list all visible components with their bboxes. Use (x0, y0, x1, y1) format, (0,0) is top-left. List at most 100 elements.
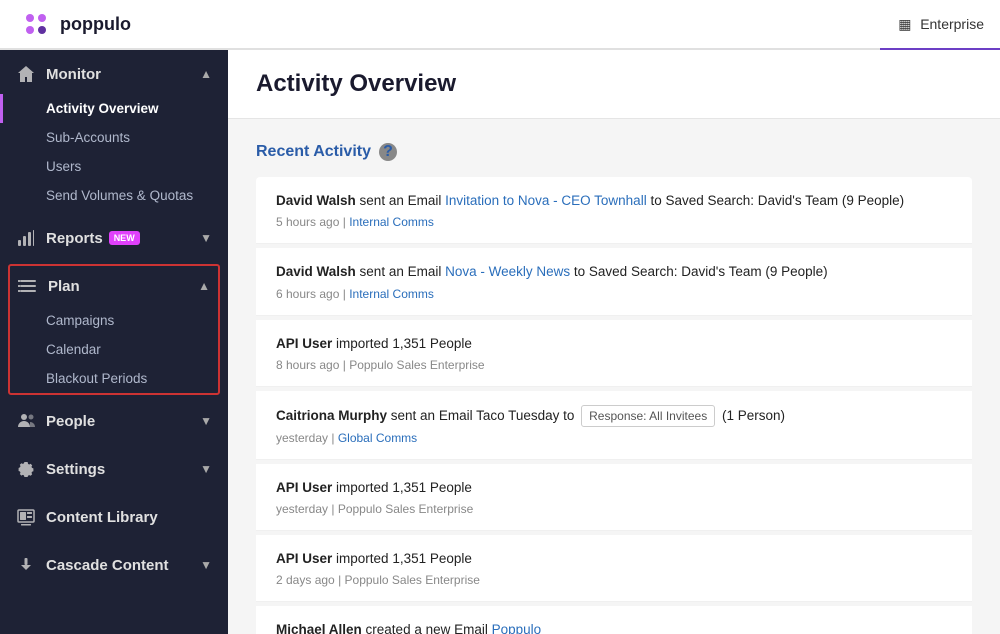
activity-actor: David Walsh (276, 264, 356, 279)
cascade-icon (16, 555, 36, 575)
sidebar-item-users[interactable]: Users (0, 152, 228, 181)
activity-item: API User imported 1,351 People 8 hours a… (256, 320, 972, 387)
activity-channel: Poppulo Sales Enterprise (338, 502, 473, 516)
reports-label: Reports (46, 230, 103, 247)
activity-item: David Walsh sent an Email Nova - Weekly … (256, 248, 972, 315)
content-library-label: Content Library (46, 509, 158, 526)
activity-channel[interactable]: Internal Comms (349, 215, 434, 229)
nav-section-settings: Settings ▼ (0, 445, 228, 493)
activity-channel: Poppulo Sales Enterprise (345, 573, 480, 587)
sidebar-item-activity-overview[interactable]: Activity Overview (0, 94, 228, 123)
reports-icon (16, 228, 36, 248)
nav-group-cascade-content[interactable]: Cascade Content ▼ (0, 545, 228, 585)
activity-time: 5 hours ago (276, 215, 339, 229)
activity-time: 6 hours ago (276, 287, 339, 301)
main-layout: Monitor ▲ Activity Overview Sub-Accounts… (0, 50, 1000, 634)
people-chevron: ▼ (200, 414, 212, 428)
main-content: Activity Overview Recent Activity ? Davi… (228, 50, 1000, 634)
nav-group-plan[interactable]: Plan ▲ (10, 266, 218, 306)
activity-text: API User imported 1,351 People (276, 334, 952, 354)
nav-group-monitor[interactable]: Monitor ▲ (0, 54, 228, 94)
enterprise-label: Enterprise (920, 16, 984, 32)
page-header: Activity Overview (228, 50, 1000, 119)
activity-list: David Walsh sent an Email Invitation to … (256, 177, 972, 634)
activity-meta: yesterday | Global Comms (276, 431, 952, 445)
sidebar-item-sub-accounts[interactable]: Sub-Accounts (0, 123, 228, 152)
top-bar: poppulo ▦ Enterprise (0, 0, 1000, 50)
activity-text: Michael Allen created a new Email Poppul… (276, 620, 952, 634)
content-area: Recent Activity ? David Walsh sent an Em… (228, 119, 1000, 634)
people-icon (16, 411, 36, 431)
settings-icon (16, 459, 36, 479)
activity-link[interactable]: Poppulo (492, 622, 542, 634)
logo: poppulo (20, 8, 131, 40)
sidebar: Monitor ▲ Activity Overview Sub-Accounts… (0, 50, 228, 634)
nav-group-reports[interactable]: Reports NEW ▼ (0, 218, 228, 258)
activity-meta: 6 hours ago | Internal Comms (276, 287, 952, 301)
response-badge: Response: All Invitees (581, 405, 715, 427)
activity-item: API User imported 1,351 People 2 days ag… (256, 535, 972, 602)
nav-section-plan: Plan ▲ Campaigns Calendar Blackout Perio… (8, 264, 220, 395)
logo-text: poppulo (60, 14, 131, 35)
activity-item: David Walsh sent an Email Invitation to … (256, 177, 972, 244)
nav-section-reports: Reports NEW ▼ (0, 214, 228, 262)
sidebar-item-calendar[interactable]: Calendar (10, 335, 218, 364)
grid-icon: ▦ (898, 16, 914, 32)
nav-section-cascade-content: Cascade Content ▼ (0, 541, 228, 589)
activity-text: David Walsh sent an Email Nova - Weekly … (276, 262, 952, 282)
activity-meta: yesterday | Poppulo Sales Enterprise (276, 502, 952, 516)
page-title: Activity Overview (256, 70, 972, 98)
activity-text: API User imported 1,351 People (276, 478, 952, 498)
reports-chevron: ▼ (200, 231, 212, 245)
plan-icon (18, 276, 38, 296)
enterprise-button[interactable]: ▦ Enterprise (898, 16, 984, 32)
activity-actor: David Walsh (276, 193, 356, 208)
nav-section-content-library: Content Library (0, 493, 228, 541)
sidebar-item-send-volumes[interactable]: Send Volumes & Quotas (0, 181, 228, 210)
activity-channel[interactable]: Internal Comms (349, 287, 434, 301)
activity-meta: 5 hours ago | Internal Comms (276, 215, 952, 229)
recent-activity-label: Recent Activity (256, 143, 371, 161)
nav-group-settings[interactable]: Settings ▼ (0, 449, 228, 489)
reports-new-badge: NEW (109, 231, 140, 245)
activity-time: 8 hours ago (276, 358, 339, 372)
activity-actor: API User (276, 336, 332, 351)
activity-actor: Caitriona Murphy (276, 408, 387, 423)
cascade-chevron: ▼ (200, 558, 212, 572)
content-library-icon (16, 507, 36, 527)
activity-meta: 8 hours ago | Poppulo Sales Enterprise (276, 358, 952, 372)
activity-text: David Walsh sent an Email Invitation to … (276, 191, 952, 211)
activity-actor: API User (276, 551, 332, 566)
settings-label: Settings (46, 461, 105, 478)
nav-section-people: People ▼ (0, 397, 228, 445)
activity-meta: 2 days ago | Poppulo Sales Enterprise (276, 573, 952, 587)
nav-section-monitor: Monitor ▲ Activity Overview Sub-Accounts… (0, 50, 228, 214)
activity-link[interactable]: Invitation to Nova - CEO Townhall (445, 193, 647, 208)
activity-text: Caitriona Murphy sent an Email Taco Tues… (276, 405, 952, 427)
plan-label: Plan (48, 278, 80, 295)
cascade-content-label: Cascade Content (46, 557, 169, 574)
settings-chevron: ▼ (200, 462, 212, 476)
activity-channel: Poppulo Sales Enterprise (349, 358, 484, 372)
nav-group-people[interactable]: People ▼ (0, 401, 228, 441)
monitor-chevron: ▲ (200, 67, 212, 81)
activity-text: API User imported 1,351 People (276, 549, 952, 569)
activity-item: Michael Allen created a new Email Poppul… (256, 606, 972, 634)
sidebar-item-blackout-periods[interactable]: Blackout Periods (10, 364, 218, 393)
people-label: People (46, 413, 95, 430)
poppulo-logo-icon (20, 8, 52, 40)
plan-chevron: ▲ (198, 279, 210, 293)
activity-link[interactable]: Nova - Weekly News (445, 264, 570, 279)
help-icon[interactable]: ? (379, 143, 397, 161)
monitor-label: Monitor (46, 66, 101, 83)
activity-channel[interactable]: Global Comms (338, 431, 417, 445)
activity-time: yesterday (276, 502, 328, 516)
activity-time: yesterday (276, 431, 328, 445)
activity-item: API User imported 1,351 People yesterday… (256, 464, 972, 531)
home-icon (16, 64, 36, 84)
activity-time: 2 days ago (276, 573, 335, 587)
sidebar-item-campaigns[interactable]: Campaigns (10, 306, 218, 335)
activity-actor: Michael Allen (276, 622, 362, 634)
activity-item: Caitriona Murphy sent an Email Taco Tues… (256, 391, 972, 460)
nav-group-content-library[interactable]: Content Library (0, 497, 228, 537)
